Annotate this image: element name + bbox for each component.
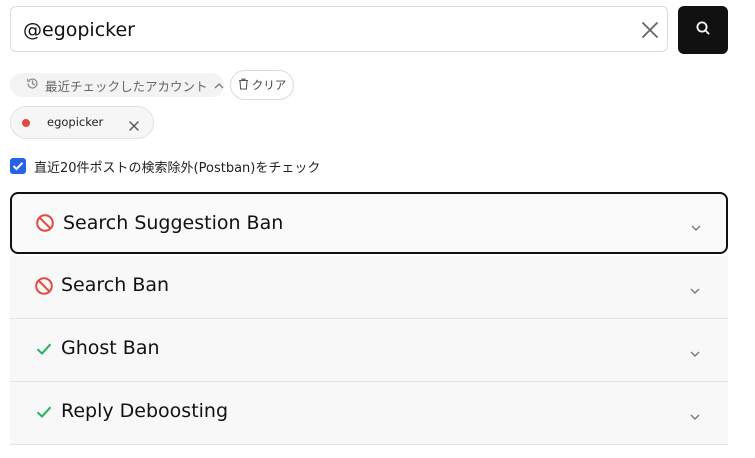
trash-icon (238, 78, 249, 93)
result-ghost-ban[interactable]: Ghost Ban (10, 319, 728, 382)
result-title: Search Suggestion Ban (63, 212, 284, 234)
chevron-down-icon (688, 407, 702, 420)
recent-accounts-label: 最近チェックしたアカウント (45, 78, 208, 94)
remove-account-icon[interactable] (128, 117, 140, 131)
chevron-down-icon (688, 281, 702, 294)
clear-input-icon[interactable] (639, 19, 661, 41)
postban-checkbox[interactable] (10, 158, 26, 174)
prohibited-icon (35, 213, 55, 233)
chevron-up-icon (214, 82, 224, 89)
checkmark-icon (34, 339, 54, 359)
checkmark-icon (34, 402, 54, 422)
result-title: Ghost Ban (61, 337, 160, 359)
status-dot (22, 119, 30, 127)
postban-check-row: 直近20件ポストの検索除外(Postban)をチェック (10, 156, 320, 176)
search-button[interactable] (678, 6, 728, 54)
result-reply-deboosting[interactable]: Reply Deboosting (10, 382, 728, 445)
result-title: Reply Deboosting (61, 400, 229, 422)
search-input[interactable] (21, 15, 625, 45)
recent-accounts-toggle[interactable]: 最近チェックしたアカウント (10, 73, 224, 97)
prohibited-icon (34, 276, 54, 296)
result-search-ban[interactable]: Search Ban (10, 256, 728, 319)
postban-checkbox-label[interactable]: 直近20件ポストの検索除外(Postban)をチェック (34, 157, 320, 176)
result-search-suggestion-ban[interactable]: Search Suggestion Ban (10, 192, 728, 254)
history-icon (26, 77, 39, 93)
recent-accounts-row: 最近チェックしたアカウント クリア (10, 70, 610, 100)
result-title: Search Ban (61, 274, 170, 296)
search-icon (695, 20, 711, 40)
clear-history-label: クリア (251, 78, 287, 92)
search-row (10, 6, 728, 54)
chevron-down-icon (688, 344, 702, 357)
recent-account-handle[interactable]: egopicker (47, 115, 103, 129)
chevron-down-icon (689, 218, 703, 231)
recent-account-chip: egopicker (10, 106, 154, 139)
search-box[interactable] (10, 6, 668, 52)
clear-history-button[interactable]: クリア (230, 70, 294, 100)
